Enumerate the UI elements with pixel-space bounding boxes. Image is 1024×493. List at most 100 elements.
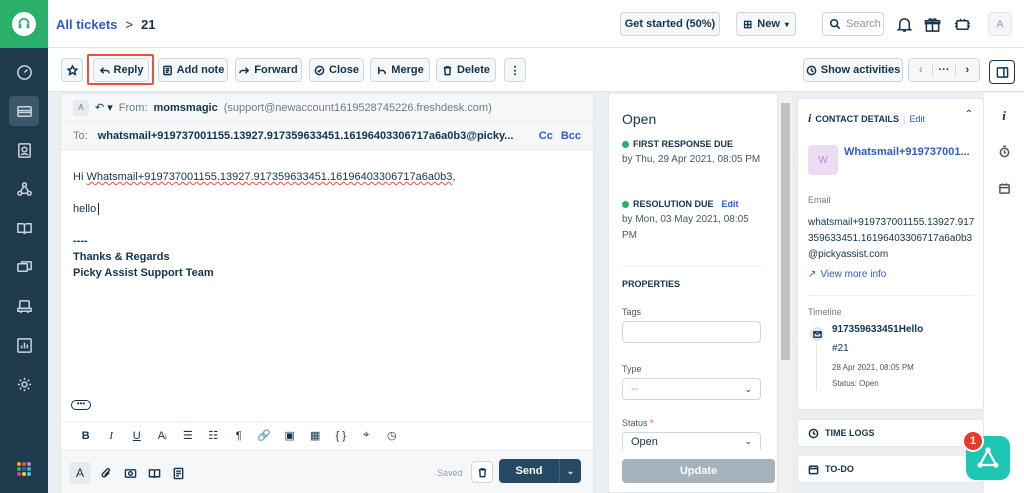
todo-section[interactable]: TO-DO ⌄ <box>797 455 984 483</box>
discard-draft-button[interactable] <box>471 461 493 483</box>
chevron-down-icon: ⌄ <box>744 436 752 446</box>
clear-format-button[interactable]: ⌖ <box>354 429 380 442</box>
assets-icon[interactable] <box>9 291 39 321</box>
view-more-info-link[interactable]: ↗ View more info <box>808 269 886 280</box>
tags-input[interactable] <box>622 321 761 343</box>
timer-icon[interactable] <box>995 142 1013 160</box>
reports-icon[interactable] <box>9 330 39 360</box>
merge-button[interactable]: Merge <box>370 58 430 82</box>
to-address-field[interactable]: whatsmail+919737001155.13927.91735963345… <box>98 130 514 142</box>
next-ticket-button[interactable]: › <box>956 64 979 76</box>
new-button[interactable]: ⊞ New ▾ <box>736 12 796 36</box>
show-activities-button[interactable]: Show activities <box>803 58 903 82</box>
resolution-value: by Mon, 03 May 2021, 08:05 PM <box>622 214 749 241</box>
timeline-label: Timeline <box>808 307 842 317</box>
send-button[interactable]: Send ⌄ <box>499 459 581 483</box>
trash-icon <box>478 467 486 477</box>
time-logs-section[interactable]: TIME LOGS ⌄ <box>797 419 984 447</box>
type-select[interactable]: -- ⌄ <box>622 378 761 400</box>
toggle-sidebar-icon[interactable] <box>989 60 1015 84</box>
add-note-button[interactable]: Add note <box>158 58 228 82</box>
show-quoted-text-button[interactable]: ••• <box>71 400 91 410</box>
insert-timestamp-button[interactable]: ◷ <box>379 429 405 442</box>
notifications-bell-icon[interactable] <box>894 14 914 34</box>
contact-details-panel: i CONTACT DETAILS | Edit ⌃ W Whatsmail+9… <box>797 98 984 410</box>
bullet-list-button[interactable]: ☰ <box>175 429 201 442</box>
previous-ticket-button[interactable]: ‹ <box>909 64 932 76</box>
collapse-chevron-icon[interactable]: ⌃ <box>965 109 973 120</box>
bcc-link[interactable]: Bcc <box>561 130 581 142</box>
paragraph-button[interactable]: ¶ <box>226 430 252 442</box>
signature-dashes: ---- <box>73 235 88 247</box>
groups-icon[interactable] <box>9 174 39 204</box>
search-input[interactable]: Search <box>822 12 884 36</box>
forward-arrow-icon <box>239 66 250 74</box>
all-tickets-link[interactable]: All tickets <box>56 17 117 32</box>
top-header: All tickets > 21 Get started (50%) ⊞ New… <box>48 0 1024 48</box>
timeline-ticket-id[interactable]: #21 <box>832 343 849 354</box>
font-style-button[interactable]: Aᵢ <box>150 430 176 442</box>
freshdesk-logo[interactable] <box>0 0 48 48</box>
contact-name-link[interactable]: Whatsmail+919737001... <box>844 146 970 158</box>
contact-edit-link[interactable]: Edit <box>910 114 926 124</box>
get-started-button[interactable]: Get started (50%) <box>620 12 720 36</box>
update-button[interactable]: Update <box>622 459 775 483</box>
dashboard-icon[interactable] <box>9 57 39 87</box>
scrollbar-thumb[interactable] <box>781 103 790 360</box>
properties-scrollbar[interactable] <box>779 93 792 493</box>
cc-link[interactable]: Cc <box>539 130 553 142</box>
info-panel-icon[interactable]: i <box>995 107 1013 125</box>
settings-icon[interactable] <box>9 369 39 399</box>
tickets-icon[interactable] <box>9 96 39 126</box>
close-button[interactable]: Close <box>309 58 364 82</box>
status-dot-icon <box>622 200 629 208</box>
resolution-edit-link[interactable]: Edit <box>722 196 739 212</box>
bold-button[interactable]: B <box>73 430 99 442</box>
from-name[interactable]: momsmagic <box>154 102 218 114</box>
apps-tickets-icon[interactable] <box>952 14 972 34</box>
gift-icon[interactable] <box>922 14 942 34</box>
message-body[interactable]: Hi Whatsmail+919737001155.13927.91735963… <box>73 169 573 281</box>
template-icon[interactable] <box>169 465 187 481</box>
status-select[interactable]: Open ⌄ <box>622 432 761 450</box>
forward-label: Forward <box>254 64 298 76</box>
tags-label: Tags <box>622 307 642 317</box>
canned-response-icon[interactable] <box>121 465 139 481</box>
solution-article-icon[interactable] <box>145 465 163 481</box>
pager-more-button[interactable]: ··· <box>932 64 956 76</box>
email-icon <box>810 327 824 341</box>
trash-icon <box>443 65 452 75</box>
check-circle-icon <box>314 65 325 75</box>
numbered-list-button[interactable]: ☷ <box>201 429 227 442</box>
timeline-status: Status: Open <box>832 379 879 388</box>
contacts-icon[interactable] <box>9 135 39 165</box>
first-response-due: FIRST RESPONSE DUE by Thu, 29 Apr 2021, … <box>622 136 762 168</box>
forums-icon[interactable] <box>9 252 39 282</box>
apps-grid-icon[interactable] <box>17 462 31 476</box>
calendar-icon[interactable] <box>995 179 1013 197</box>
timeline-connector <box>816 343 817 391</box>
delete-button[interactable]: Delete <box>436 58 496 82</box>
more-actions-button[interactable]: ⋮ <box>504 58 526 82</box>
link-button[interactable]: 🔗 <box>252 429 278 442</box>
reply-button[interactable]: Reply <box>93 58 149 82</box>
add-note-label: Add note <box>176 64 225 76</box>
timeline-item-title[interactable]: 917359633451Hello <box>832 324 923 335</box>
user-avatar[interactable]: A <box>988 12 1012 36</box>
send-options-chevron-icon[interactable]: ⌄ <box>559 459 581 483</box>
forward-button[interactable]: Forward <box>235 58 302 82</box>
attachment-icon[interactable] <box>97 465 115 481</box>
reply-type-dropdown[interactable]: ↶ ▾ <box>95 101 113 114</box>
underline-button[interactable]: U <box>124 430 150 442</box>
text-format-toggle-icon[interactable]: A <box>69 462 91 484</box>
star-button[interactable] <box>61 58 83 82</box>
formatting-toolbar: B I U Aᵢ ☰ ☷ ¶ 🔗 ▣ ▦ { } ⌖ ◷ <box>61 421 593 449</box>
reply-editor: A ↶ ▾ From: momsmagic (support@newaccoun… <box>60 93 594 493</box>
knowledge-base-icon[interactable] <box>9 213 39 243</box>
code-button[interactable]: { } <box>328 430 354 442</box>
email-label: Email <box>808 195 831 205</box>
image-button[interactable]: ▣ <box>277 429 303 442</box>
notification-count-badge: 1 <box>962 430 984 452</box>
italic-button[interactable]: I <box>99 430 125 442</box>
table-button[interactable]: ▦ <box>303 429 329 442</box>
